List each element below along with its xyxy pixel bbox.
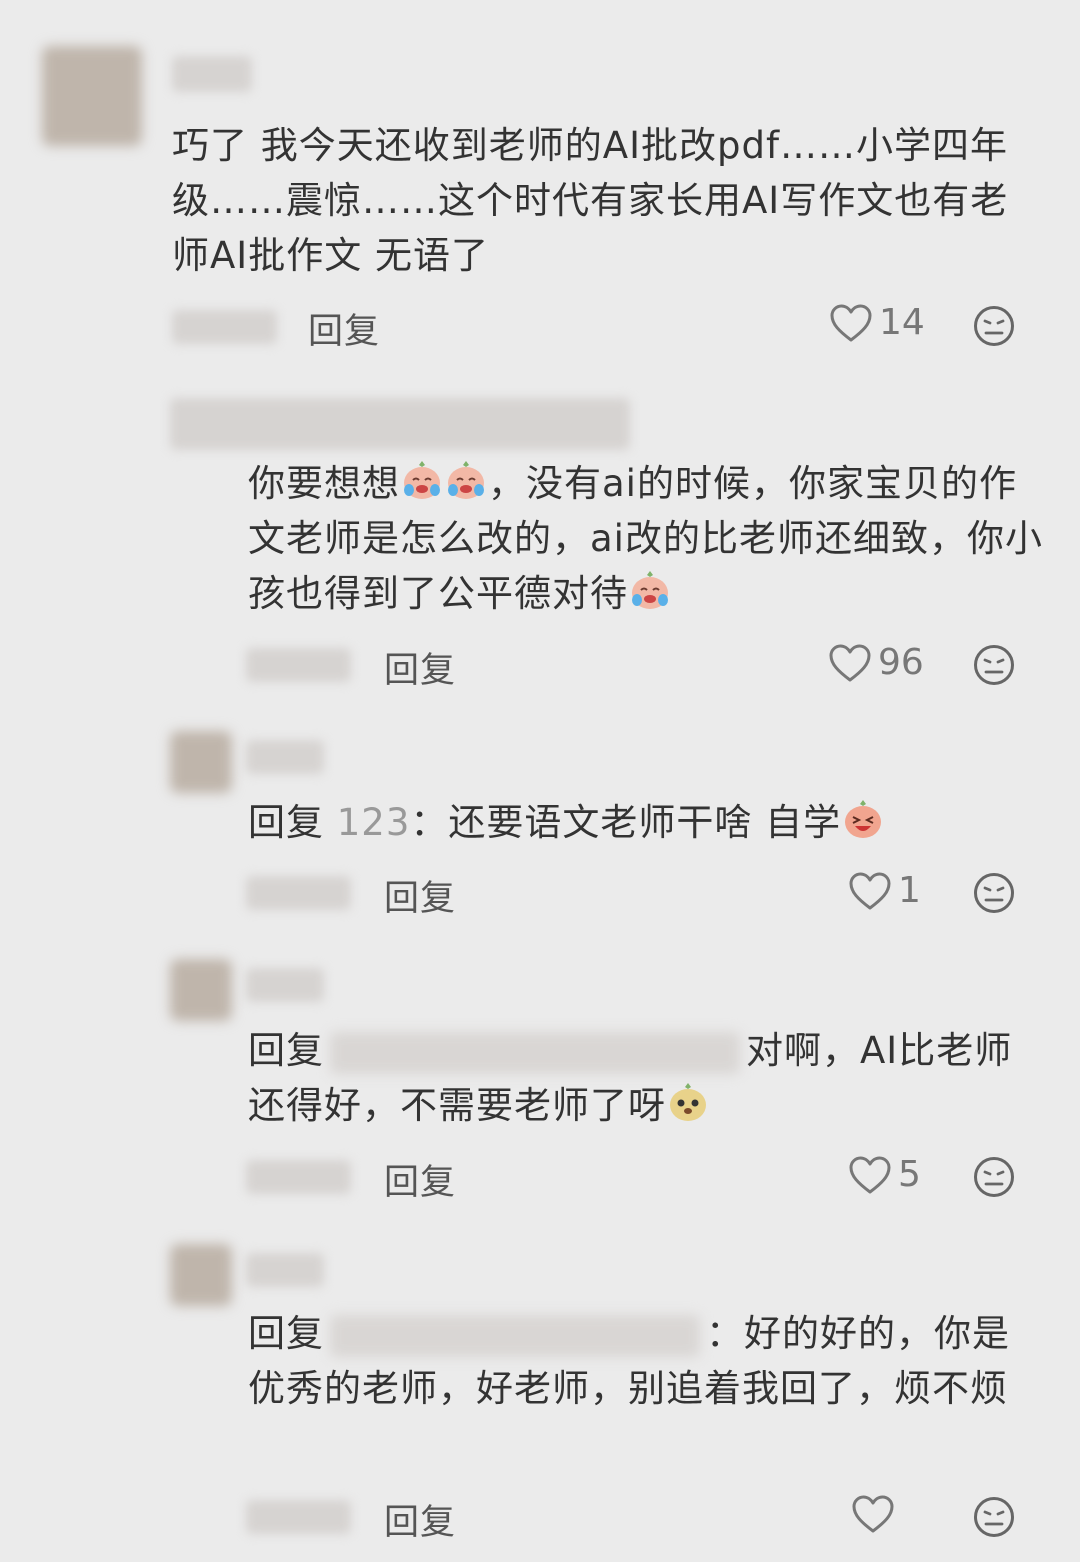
heart-outline-icon — [851, 1494, 895, 1534]
mention-username[interactable]: 123 — [337, 801, 411, 844]
heart-outline-icon — [829, 303, 873, 343]
username-blurred[interactable] — [246, 1253, 324, 1287]
dizzy-face-icon[interactable] — [973, 644, 1015, 686]
avatar-and-username-blurred[interactable] — [170, 398, 630, 450]
like-button[interactable]: 1 — [848, 870, 921, 911]
like-count: 14 — [879, 302, 925, 343]
timestamp-blurred — [246, 648, 351, 682]
avatar[interactable] — [42, 46, 142, 146]
like-button[interactable]: 14 — [829, 302, 925, 343]
comment-text: 巧了 我今天还收到老师的AI批改pdf……小学四年级……震惊……这个时代有家长用… — [172, 124, 1009, 277]
avatar[interactable] — [170, 731, 232, 793]
like-button[interactable]: 5 — [848, 1154, 921, 1195]
heart-outline-icon — [848, 1155, 892, 1195]
mention-username-blurred[interactable] — [330, 1031, 740, 1074]
reply-button[interactable]: 回复 — [308, 303, 380, 354]
reply-button[interactable]: 回复 — [384, 870, 456, 921]
timestamp-blurred — [172, 310, 277, 344]
dizzy-face-icon[interactable] — [973, 1156, 1015, 1198]
yellow-blob-emoji — [666, 1080, 710, 1124]
crying-laughing-emoji — [400, 458, 444, 502]
reply-button[interactable]: 回复 — [384, 1494, 456, 1545]
timestamp-blurred — [246, 876, 351, 910]
like-button[interactable]: 96 — [828, 642, 924, 683]
heart-outline-icon — [828, 643, 872, 683]
timestamp-blurred — [246, 1500, 351, 1534]
dizzy-face-icon[interactable] — [973, 305, 1015, 347]
avatar[interactable] — [170, 1244, 232, 1306]
crying-laughing-emoji — [628, 568, 672, 612]
reply-button[interactable]: 回复 — [384, 1154, 456, 1205]
dizzy-face-icon[interactable] — [973, 872, 1015, 914]
dizzy-face-icon[interactable] — [973, 1496, 1015, 1538]
heart-outline-icon — [848, 871, 892, 911]
comment-text: 你要想想 ，没有ai的时候，你家宝贝的作文老师是怎么改的，ai改的比老师还细致，你… — [248, 456, 1048, 621]
mention-username-blurred[interactable] — [330, 1314, 700, 1357]
like-button[interactable] — [851, 1494, 901, 1534]
username-blurred[interactable] — [246, 740, 324, 774]
comment-text: 回复 123：还要语文老师干啥 自学 — [248, 795, 1048, 850]
laughing-emoji — [841, 797, 885, 841]
avatar[interactable] — [170, 959, 232, 1021]
like-count: 5 — [898, 1154, 921, 1195]
username-blurred[interactable] — [172, 56, 252, 92]
timestamp-blurred — [246, 1160, 351, 1194]
crying-laughing-emoji — [444, 458, 488, 502]
like-count: 96 — [878, 642, 924, 683]
comment-text: 回复 对啊，AI比老师还得好，不需要老师了呀 — [248, 1029, 1013, 1127]
reply-button[interactable]: 回复 — [384, 642, 456, 693]
username-blurred[interactable] — [246, 968, 324, 1002]
comment-text: 回复 ：好的好的，你是优秀的老师，好老师，别追着我回了，烦不烦 — [248, 1312, 1010, 1410]
like-count: 1 — [898, 870, 921, 911]
